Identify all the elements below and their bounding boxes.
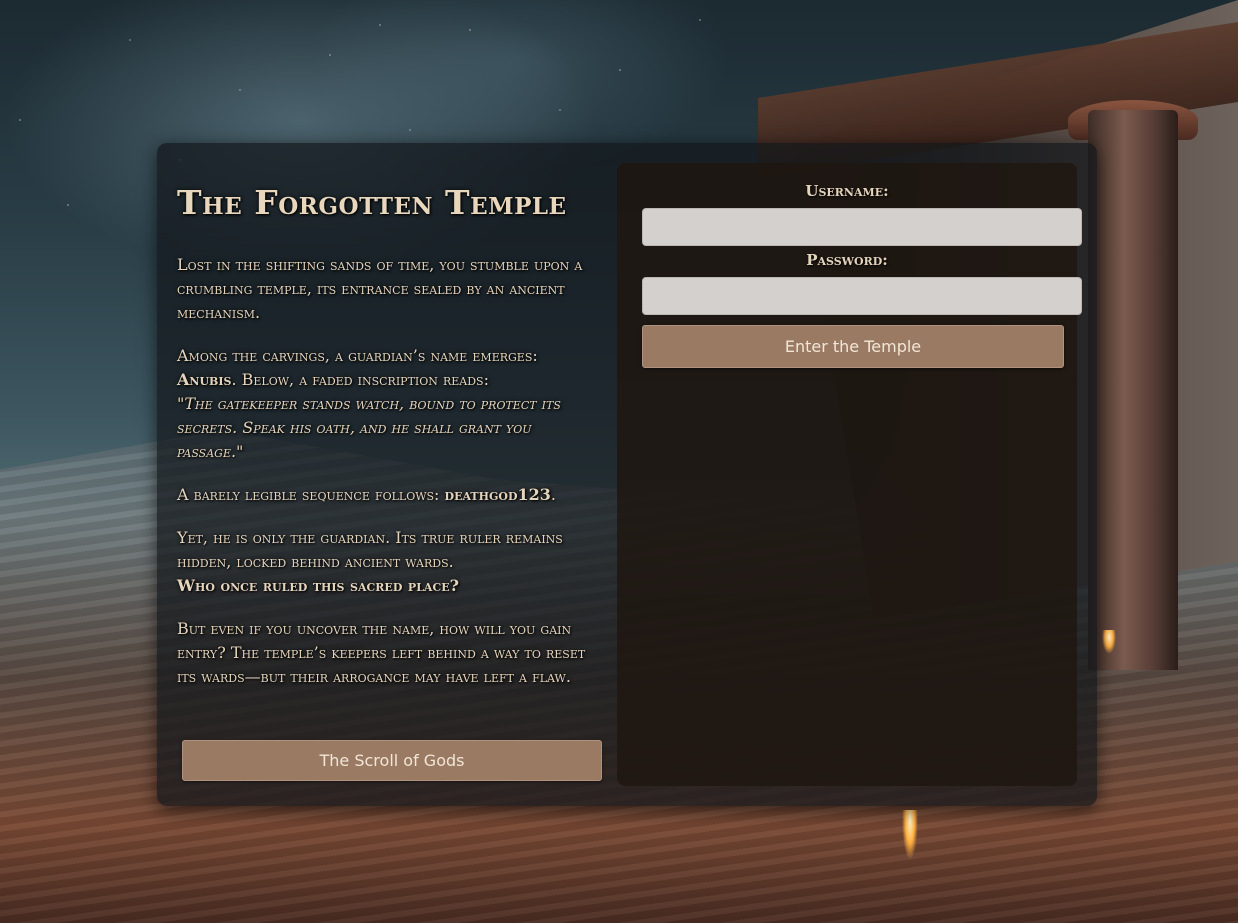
- page-title: The Forgotten Temple: [177, 183, 567, 222]
- password-input[interactable]: [642, 277, 1082, 315]
- torch-flame: [1102, 630, 1116, 654]
- temple-pillar: [1088, 110, 1178, 670]
- story-paragraph-3: A barely legible sequence follows: death…: [177, 483, 597, 507]
- inscription: "The gatekeeper stands watch, bound to p…: [177, 393, 561, 461]
- story-paragraph-4: Yet, he is only the guardian. Its true r…: [177, 526, 597, 598]
- enter-temple-button[interactable]: Enter the Temple: [642, 325, 1064, 368]
- story-paragraph-2: Among the carvings, a guardian’s name em…: [177, 344, 597, 464]
- story-text: .: [550, 484, 556, 504]
- story-text: Lost in the shifting sands of time, you …: [177, 254, 583, 322]
- ruler-question: Who once ruled this sacred place?: [177, 575, 459, 595]
- story-paragraph-1: Lost in the shifting sands of time, you …: [177, 253, 597, 325]
- story-text: Yet, he is only the guardian. Its true r…: [177, 527, 563, 571]
- story-text: A barely legible sequence follows:: [177, 484, 440, 504]
- username-label: Username:: [805, 182, 889, 200]
- story-paragraph-5: But even if you uncover the name, how wi…: [177, 617, 597, 689]
- story-text: But even if you uncover the name, how wi…: [177, 618, 586, 686]
- guardian-name: Anubis: [177, 369, 232, 389]
- story-section: The Forgotten Temple Lost in the shiftin…: [177, 183, 597, 708]
- password-label: Password:: [806, 251, 888, 269]
- sequence-code: deathgod123: [444, 484, 551, 504]
- scroll-of-gods-button[interactable]: The Scroll of Gods: [182, 740, 602, 781]
- main-panel: The Forgotten Temple Lost in the shiftin…: [157, 143, 1097, 806]
- username-input[interactable]: [642, 208, 1082, 246]
- torch-flame: [902, 810, 918, 860]
- story-text: Among the carvings, a guardian’s name em…: [177, 345, 538, 365]
- story-text: . Below, a faded inscription reads:: [231, 369, 489, 389]
- login-form: Username: Password: Enter the Temple: [617, 163, 1082, 786]
